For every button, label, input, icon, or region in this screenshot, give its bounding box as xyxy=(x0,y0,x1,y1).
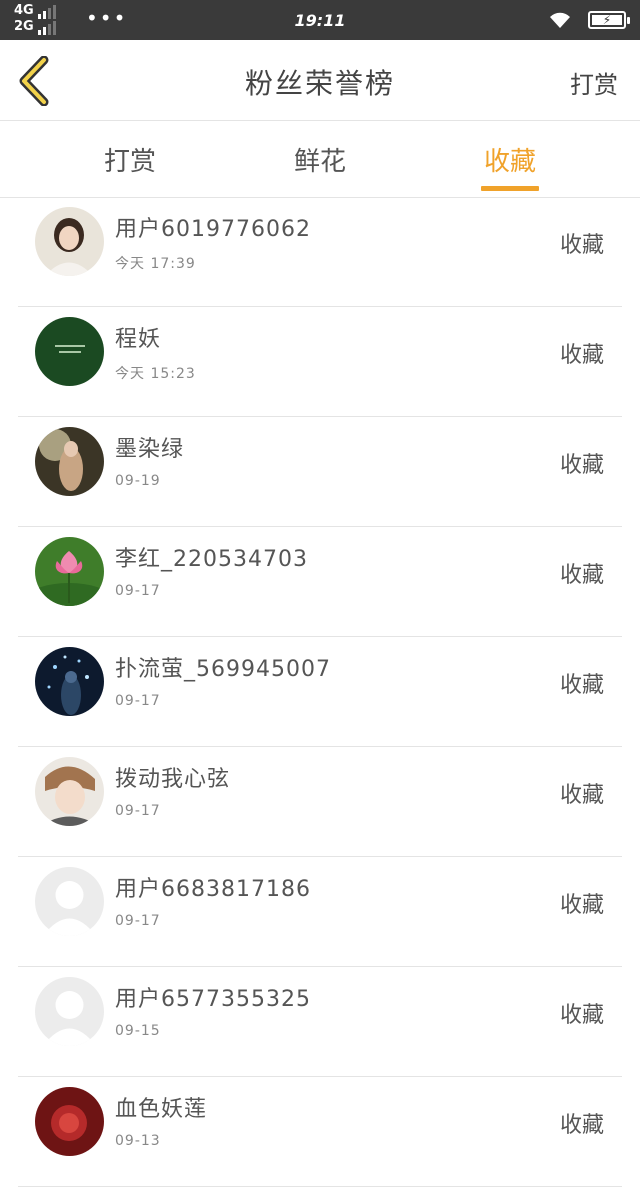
avatar-placeholder xyxy=(35,867,104,936)
avatar xyxy=(35,647,104,716)
user-name: 李红_220534703 xyxy=(115,547,308,572)
user-name: 扑流萤_569945007 xyxy=(115,657,331,682)
tab-reward[interactable]: 打赏 xyxy=(70,141,190,178)
avatar xyxy=(35,317,104,386)
list-item[interactable]: 用户6683817186 09-17 收藏 xyxy=(18,857,622,967)
favorite-button[interactable]: 收藏 xyxy=(560,337,604,369)
favorite-button[interactable]: 收藏 xyxy=(560,227,604,259)
clock: 19:11 xyxy=(294,11,346,30)
tab-bar: 打赏 鲜花 收藏 xyxy=(0,121,640,198)
timestamp: 09-17 xyxy=(115,803,161,819)
avatar xyxy=(35,757,104,826)
favorite-button[interactable]: 收藏 xyxy=(560,997,604,1029)
list-item[interactable]: 用户6019776062 今天 17:39 收藏 xyxy=(18,197,622,307)
timestamp: 09-19 xyxy=(115,473,161,489)
user-name: 用户6577355325 xyxy=(115,987,311,1012)
user-name: 拨动我心弦 xyxy=(115,767,231,792)
favorite-button[interactable]: 收藏 xyxy=(560,557,604,589)
timestamp: 09-17 xyxy=(115,913,161,929)
wifi-icon xyxy=(550,12,570,28)
user-name: 程妖 xyxy=(115,327,162,352)
fan-list: 用户6019776062 今天 17:39 收藏 程妖 今天 15:23 收藏 … xyxy=(0,197,640,1187)
list-item[interactable]: 血色妖莲 09-13 收藏 xyxy=(18,1077,622,1187)
favorite-button[interactable]: 收藏 xyxy=(560,887,604,919)
timestamp: 09-13 xyxy=(115,1133,161,1149)
avatar xyxy=(35,207,104,276)
back-button[interactable] xyxy=(14,55,58,107)
page-title: 粉丝荣誉榜 xyxy=(244,67,395,100)
favorite-button[interactable]: 收藏 xyxy=(560,667,604,699)
avatar xyxy=(35,537,104,606)
user-name: 用户6683817186 xyxy=(115,877,311,902)
timestamp: 09-17 xyxy=(115,693,161,709)
user-name: 墨染绿 xyxy=(115,437,185,462)
active-tab-indicator xyxy=(481,186,539,191)
avatar xyxy=(35,427,104,496)
app-header: 粉丝荣誉榜 打赏 xyxy=(0,40,640,121)
tab-favorites[interactable]: 收藏 xyxy=(450,141,570,178)
list-item[interactable]: 墨染绿 09-19 收藏 xyxy=(18,417,622,527)
battery-charging-icon: ⚡ xyxy=(588,11,630,29)
user-name: 用户6019776062 xyxy=(115,217,311,242)
timestamp: 今天 17:39 xyxy=(115,256,196,272)
avatar xyxy=(35,1087,104,1156)
list-item[interactable]: 扑流萤_569945007 09-17 收藏 xyxy=(18,637,622,747)
list-item[interactable]: 李红_220534703 09-17 收藏 xyxy=(18,527,622,637)
tab-flowers[interactable]: 鲜花 xyxy=(260,141,380,178)
chevron-left-icon xyxy=(19,55,49,107)
avatar-placeholder xyxy=(35,977,104,1046)
list-item[interactable]: 程妖 今天 15:23 收藏 xyxy=(18,307,622,417)
timestamp: 今天 15:23 xyxy=(115,366,196,382)
favorite-button[interactable]: 收藏 xyxy=(560,447,604,479)
user-name: 血色妖莲 xyxy=(115,1097,208,1122)
reward-button[interactable]: 打赏 xyxy=(570,65,618,100)
status-bar: 4G 2G ••• 19:11 ⚡ xyxy=(0,0,640,40)
list-item[interactable]: 拨动我心弦 09-17 收藏 xyxy=(18,747,622,857)
favorite-button[interactable]: 收藏 xyxy=(560,1107,604,1139)
list-item[interactable]: 用户6577355325 09-15 收藏 xyxy=(18,967,622,1077)
timestamp: 09-17 xyxy=(115,583,161,599)
favorite-button[interactable]: 收藏 xyxy=(560,777,604,809)
timestamp: 09-15 xyxy=(115,1023,161,1039)
